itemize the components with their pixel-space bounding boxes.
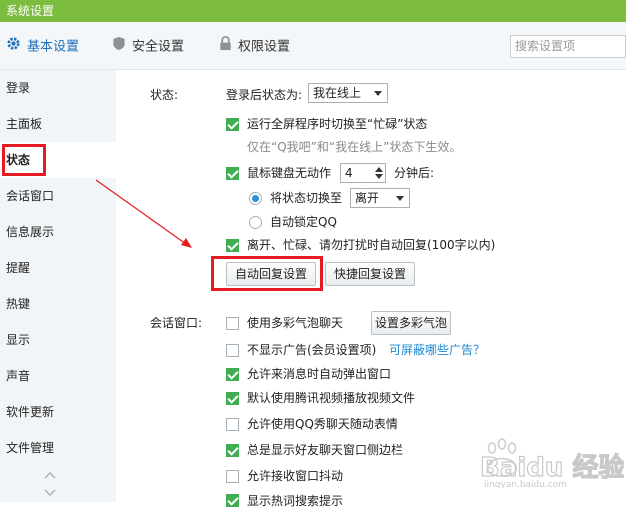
top-nav: 基本设置 安全设置 权限设置 搜索设置项 bbox=[0, 22, 626, 70]
auto-reply-checkbox[interactable] bbox=[226, 239, 239, 252]
sidebar-item-hotkey[interactable]: 热键 bbox=[0, 286, 116, 322]
select-value: 离开 bbox=[355, 191, 380, 205]
lock-icon bbox=[219, 36, 232, 58]
chevron-down-icon bbox=[396, 196, 404, 201]
window-shake-label: 允许接收窗口抖动 bbox=[247, 469, 344, 483]
window-title-bar: 系统设置 bbox=[0, 0, 626, 22]
set-colorful-bubble-button[interactable]: 设置多彩气泡 bbox=[371, 311, 451, 335]
tab-permission-settings[interactable]: 权限设置 bbox=[219, 36, 290, 56]
chat-sidebar-label: 总是显示好友聊天窗口侧边栏 bbox=[247, 443, 404, 457]
sidebar-item-file-management[interactable]: 文件管理 bbox=[0, 430, 116, 466]
idle-checkbox[interactable] bbox=[226, 167, 239, 180]
auto-lock-radio[interactable] bbox=[249, 216, 262, 229]
chevron-up-icon[interactable] bbox=[375, 167, 383, 172]
sidebar-item-label: 声音 bbox=[6, 369, 31, 383]
sidebar-item-label: 文件管理 bbox=[6, 441, 55, 455]
shield-icon bbox=[112, 36, 126, 58]
watermark-text: Baidu 经验 bbox=[480, 452, 624, 483]
chevron-down-icon bbox=[374, 91, 382, 96]
sidebar-item-label: 主面板 bbox=[6, 117, 43, 131]
sidebar-item-label: 提醒 bbox=[6, 261, 31, 275]
sidebar-item-software-update[interactable]: 软件更新 bbox=[0, 394, 116, 430]
idle-suffix: 分钟后: bbox=[394, 166, 435, 180]
search-input[interactable]: 搜索设置项 bbox=[510, 35, 626, 58]
hide-ads-checkbox[interactable] bbox=[226, 344, 239, 357]
fullscreen-busy-checkbox[interactable] bbox=[226, 118, 239, 131]
qqshow-emotion-label: 允许使用QQ秀聊天随动表情 bbox=[247, 417, 398, 431]
sidebar-item-label: 热键 bbox=[6, 297, 31, 311]
auto-lock-label: 自动锁定QQ bbox=[270, 215, 337, 229]
tab-label: 权限设置 bbox=[238, 39, 291, 55]
gear-icon bbox=[6, 36, 21, 58]
idle-label: 鼠标键盘无动作 bbox=[247, 166, 332, 180]
tab-label: 安全设置 bbox=[132, 39, 185, 55]
idle-minutes-stepper[interactable]: 4 bbox=[340, 163, 386, 183]
scroll-down-icon[interactable] bbox=[44, 486, 56, 500]
stepper-value: 4 bbox=[345, 166, 353, 180]
sidebar-item-label: 会话窗口 bbox=[6, 189, 55, 203]
colorful-bubble-label: 使用多彩气泡聊天 bbox=[247, 316, 344, 330]
hide-ads-label: 不显示广告(会员设置项) bbox=[247, 343, 377, 357]
tab-label: 基本设置 bbox=[27, 39, 80, 55]
sidebar-item-sound[interactable]: 声音 bbox=[0, 358, 116, 394]
sidebar-item-info-display[interactable]: 信息展示 bbox=[0, 214, 116, 250]
fullscreen-busy-label: 运行全屏程序时切换至“忙碌”状态 bbox=[247, 117, 428, 131]
sidebar-item-reminder[interactable]: 提醒 bbox=[0, 250, 116, 286]
sidebar-item-label: 登录 bbox=[6, 81, 31, 95]
switch-status-radio[interactable] bbox=[249, 192, 262, 205]
hotword-hint-checkbox[interactable] bbox=[226, 494, 239, 507]
chat-section-label: 会话窗口: bbox=[150, 316, 203, 330]
qqshow-emotion-checkbox[interactable] bbox=[226, 418, 239, 431]
quick-reply-settings-button[interactable]: 快捷回复设置 bbox=[325, 262, 415, 286]
auto-popup-label: 允许来消息时自动弹出窗口 bbox=[247, 367, 392, 381]
sidebar-item-display[interactable]: 显示 bbox=[0, 322, 116, 358]
sidebar-item-login[interactable]: 登录 bbox=[0, 70, 116, 106]
search-placeholder: 搜索设置项 bbox=[515, 39, 576, 53]
auto-reply-label: 离开、忙碌、请勿打扰时自动回复(100字以内) bbox=[247, 238, 496, 252]
auto-popup-checkbox[interactable] bbox=[226, 368, 239, 381]
highlight-box-auto-reply bbox=[211, 256, 323, 291]
scroll-up-icon[interactable] bbox=[44, 468, 56, 482]
sidebar: 登录 主面板 状态 会话窗口 信息展示 提醒 热键 显示 声音 软件更新 文件管… bbox=[0, 70, 116, 502]
fullscreen-busy-note: 仅在“Q我吧”和“我在线上”状态下生效。 bbox=[247, 140, 462, 154]
window-title: 系统设置 bbox=[6, 4, 55, 18]
status-section-label: 状态: bbox=[150, 88, 179, 102]
select-value: 我在线上 bbox=[313, 86, 362, 100]
tencent-video-checkbox[interactable] bbox=[226, 392, 239, 405]
switch-status-select[interactable]: 离开 bbox=[350, 188, 410, 208]
login-status-select[interactable]: 我在线上 bbox=[308, 83, 388, 103]
baidu-watermark-logo: Baidu 经验 jingyan.baidu.com bbox=[478, 436, 625, 490]
tencent-video-label: 默认使用腾讯视频播放视频文件 bbox=[247, 391, 416, 405]
sidebar-item-main-panel[interactable]: 主面板 bbox=[0, 106, 116, 142]
chevron-down-icon[interactable] bbox=[375, 174, 383, 179]
tab-security-settings[interactable]: 安全设置 bbox=[112, 36, 184, 56]
sidebar-item-label: 信息展示 bbox=[6, 225, 55, 239]
highlight-box-status bbox=[2, 144, 46, 176]
sidebar-item-chat-window[interactable]: 会话窗口 bbox=[0, 178, 116, 214]
sidebar-item-label: 显示 bbox=[6, 333, 31, 347]
switch-status-label: 将状态切换至 bbox=[270, 191, 343, 205]
hotword-hint-label: 显示热词搜索提示 bbox=[247, 494, 344, 508]
chat-sidebar-checkbox[interactable] bbox=[226, 444, 239, 457]
window-shake-checkbox[interactable] bbox=[226, 470, 239, 483]
sidebar-item-label: 软件更新 bbox=[6, 405, 55, 419]
watermark-subtext: jingyan.baidu.com bbox=[483, 480, 567, 488]
ad-info-link[interactable]: 可屏蔽哪些广告？ bbox=[389, 342, 485, 358]
colorful-bubble-checkbox[interactable] bbox=[226, 317, 239, 330]
tab-basic-settings[interactable]: 基本设置 bbox=[6, 36, 79, 56]
login-status-label: 登录后状态为: bbox=[226, 88, 303, 102]
